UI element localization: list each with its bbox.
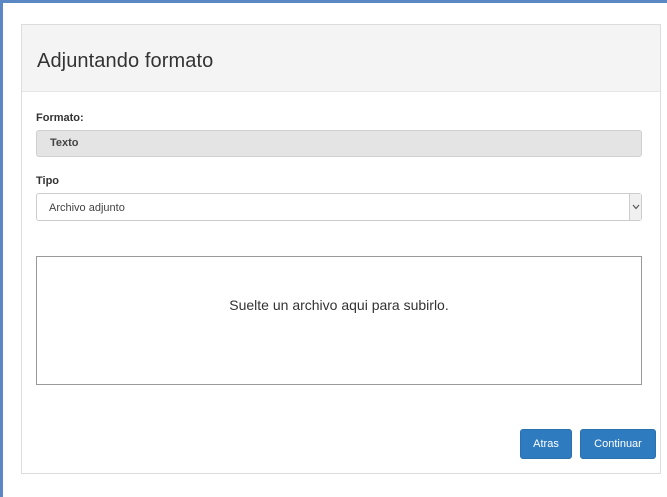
format-label: Formato:	[36, 112, 84, 124]
file-dropzone[interactable]: Suelte un archivo aqui para subirlo.	[36, 256, 642, 385]
type-select[interactable]: Archivo adjunto	[36, 193, 642, 221]
dialog-header: Adjuntando formato	[22, 25, 660, 92]
continue-button[interactable]: Continuar	[580, 429, 656, 459]
type-label: Tipo	[36, 175, 60, 187]
back-button[interactable]: Atras	[520, 429, 572, 459]
dialog-panel: Adjuntando formato Formato: Texto Tipo A…	[21, 24, 661, 474]
window-frame: Adjuntando formato Formato: Texto Tipo A…	[0, 0, 667, 497]
dialog-title: Adjuntando formato	[37, 50, 214, 72]
type-select-value: Archivo adjunto	[49, 202, 125, 214]
chevron-down-icon[interactable]	[629, 194, 641, 220]
format-field: Texto	[36, 130, 642, 157]
dropzone-message: Suelte un archivo aqui para subirlo.	[229, 297, 449, 313]
